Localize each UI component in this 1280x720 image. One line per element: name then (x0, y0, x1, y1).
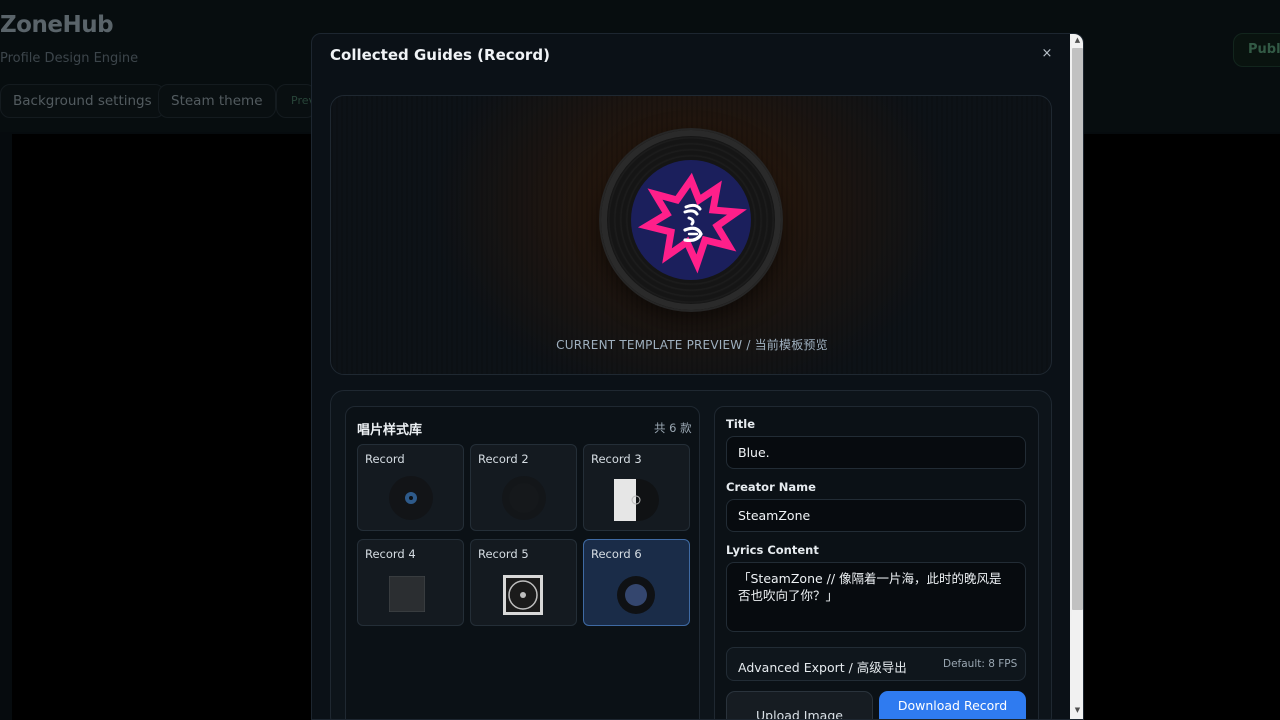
scrollbar-thumb[interactable] (1072, 48, 1083, 610)
record-card-1[interactable]: Record (357, 444, 464, 531)
advanced-export-toggle[interactable]: Advanced Export / 高级导出 Default: 8 FPS (726, 647, 1026, 681)
record-style-library: 唱片样式库 共 6 款 Record Record 2 Record 3 Rec… (345, 406, 700, 719)
vinyl-thumb-icon (617, 576, 655, 614)
scroll-up-arrow-icon[interactable]: ▲ (1073, 36, 1082, 45)
record-card-label: Record 2 (478, 452, 529, 466)
close-icon[interactable]: × (1040, 46, 1054, 62)
advanced-export-hint: Default: 8 FPS (943, 658, 1018, 670)
download-record-button[interactable]: Download Record (879, 691, 1026, 719)
starburst-logo-icon (637, 172, 747, 274)
advanced-export-label: Advanced Export / 高级导出 (738, 660, 907, 675)
sleeve-vinyl-thumb-icon (614, 479, 659, 521)
creator-name-label: Creator Name (726, 480, 816, 494)
record-card-3[interactable]: Record 3 (583, 444, 690, 531)
record-card-label: Record 5 (478, 547, 529, 561)
record-card-5[interactable]: Record 5 (470, 539, 577, 626)
record-card-label: Record 3 (591, 452, 642, 466)
record-card-2[interactable]: Record 2 (470, 444, 577, 531)
lyrics-content-label: Lyrics Content (726, 543, 819, 557)
lyrics-content-textarea[interactable]: 「SteamZone // 像隔着一片海，此时的晚风是否也吹向了你？」 (726, 562, 1026, 632)
editor-panel: 唱片样式库 共 6 款 Record Record 2 Record 3 Rec… (330, 390, 1052, 719)
upload-image-button[interactable]: Upload Image (726, 691, 873, 719)
scroll-down-arrow-icon[interactable]: ▼ (1073, 706, 1082, 715)
record-card-label: Record 6 (591, 547, 642, 561)
library-count: 共 6 款 (654, 421, 692, 435)
square-cover-thumb-icon (389, 576, 425, 612)
vinyl-thumb-icon (502, 476, 546, 520)
title-label: Title (726, 417, 756, 431)
record-form: Title Blue. Creator Name SteamZone Lyric… (714, 406, 1039, 719)
record-card-label: Record (365, 452, 405, 466)
preview-caption: CURRENT TEMPLATE PREVIEW / 当前模板预览 (556, 338, 828, 352)
library-title: 唱片样式库 (357, 423, 423, 438)
record-card-6[interactable]: Record 6 (583, 539, 690, 626)
template-preview: CURRENT TEMPLATE PREVIEW / 当前模板预览 (330, 95, 1052, 375)
modal-title: Collected Guides (Record) (330, 46, 550, 64)
title-input[interactable]: Blue. (726, 436, 1026, 469)
modal-header: Collected Guides (Record) × (312, 34, 1070, 76)
creator-name-input[interactable]: SteamZone (726, 499, 1026, 532)
modal-scrollbar[interactable]: ▲ ▼ (1070, 34, 1083, 719)
vinyl-thumb-icon (389, 476, 433, 520)
collected-guides-modal: Collected Guides (Record) × CURRENT TEMP… (311, 33, 1084, 720)
record-card-4[interactable]: Record 4 (357, 539, 464, 626)
cd-case-thumb-icon (503, 575, 543, 615)
record-label-artwork (631, 160, 751, 280)
record-card-label: Record 4 (365, 547, 416, 561)
